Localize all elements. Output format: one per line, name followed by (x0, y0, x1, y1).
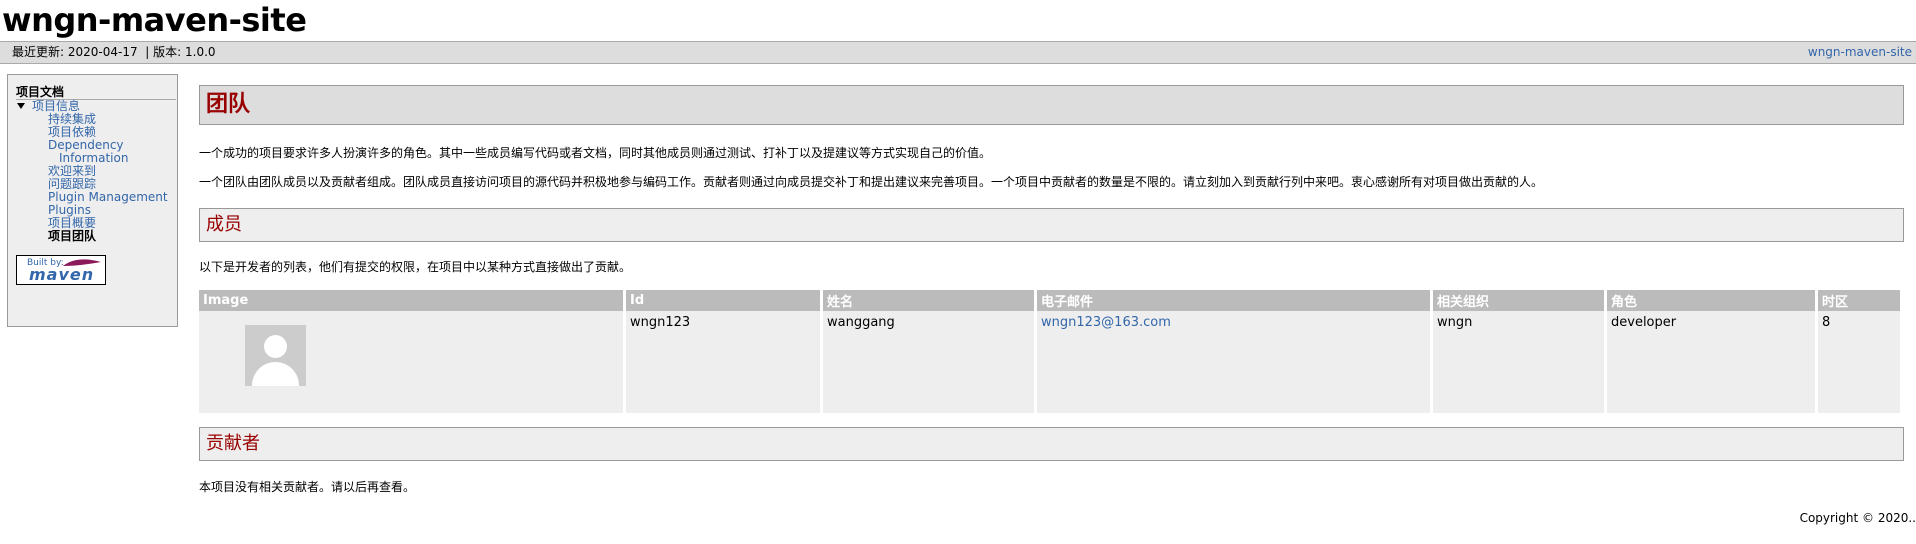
cell-role: developer (1607, 311, 1818, 413)
col-header-role: 角色 (1607, 290, 1818, 311)
nav-heading: 项目文档 (16, 85, 176, 100)
cell-timezone: 8 (1818, 311, 1900, 413)
site-link[interactable]: wngn-maven-site (1808, 42, 1912, 63)
publish-info: 最近更新: 2020-04-17 | 版本: 1.0.0 (12, 42, 216, 63)
intro-paragraph-2: 一个团队由团队成员以及贡献者组成。团队成员直接访问项目的源代码并积极地参与编码工… (199, 175, 1544, 189)
table-header-row: Image Id 姓名 电子邮件 相关组织 角色 时区 (199, 290, 1900, 311)
maven-text: maven (29, 265, 95, 284)
contributors-heading: 贡献者 (199, 427, 1904, 461)
avatar (245, 325, 306, 386)
separator-bar: | (145, 45, 150, 59)
col-header-image: Image (199, 290, 626, 311)
avatar-body-shape (252, 362, 299, 386)
nav-item-team-current: 项目团队 (48, 229, 97, 243)
site-banner-title: wngn-maven-site (2, 1, 307, 39)
team-members-table: Image Id 姓名 电子邮件 相关组织 角色 时区 wngn123 wang… (199, 290, 1900, 413)
col-header-id: Id (626, 290, 823, 311)
nav-item-issue-tracking[interactable]: 问题跟踪 (48, 177, 96, 191)
table-row: wngn123 wanggang wngn123@163.com wngn de… (199, 311, 1900, 413)
email-link[interactable]: wngn123@163.com (1041, 315, 1171, 330)
nav-project-info[interactable]: 项目信息 (16, 100, 176, 113)
col-header-organization: 相关组织 (1433, 290, 1607, 311)
col-header-email: 电子邮件 (1037, 290, 1433, 311)
last-published: 最近更新: 2020-04-17 (12, 45, 138, 59)
footer-copyright: Copyright © 2020.. (1799, 511, 1916, 525)
nav-item-welcome[interactable]: 欢迎来到 (48, 164, 96, 178)
nav-item-ci[interactable]: 持续集成 (48, 112, 96, 126)
cell-image (199, 311, 626, 413)
cell-organization: wngn (1433, 311, 1607, 413)
contributors-description: 本项目没有相关贡献者。请以后再查看。 (199, 480, 416, 494)
members-description: 以下是开发者的列表，他们有提交的权限，在项目中以某种方式直接做出了贡献。 (199, 260, 632, 274)
cell-name: wanggang (823, 311, 1037, 413)
avatar-head-shape (264, 335, 287, 358)
left-sidebar: 项目文档 项目信息 持续集成 项目依赖 Dependency Informati… (7, 74, 178, 327)
cell-id: wngn123 (626, 311, 823, 413)
nav-item-plugin-management[interactable]: Plugin Management (48, 190, 168, 204)
nav-item-summary[interactable]: 项目概要 (48, 216, 96, 230)
built-by-maven-logo[interactable]: Built by: maven (16, 255, 106, 285)
version: 版本: 1.0.0 (153, 45, 216, 59)
nav-item-plugins[interactable]: Plugins (48, 203, 91, 217)
nav-column: 项目文档 项目信息 持续集成 项目依赖 Dependency Informati… (16, 85, 176, 243)
nav-item-dependency-info[interactable]: Dependency (48, 138, 124, 152)
intro-paragraph-1: 一个成功的项目要求许多人扮演许多的角色。其中一些成员编写代码或者文档，同时其他成… (199, 146, 992, 160)
expanded-triangle-icon (17, 103, 25, 109)
nav-item-dependencies[interactable]: 项目依赖 (48, 125, 96, 139)
col-header-name: 姓名 (823, 290, 1037, 311)
nav-item-dependency-info-cont[interactable]: Information (59, 151, 128, 165)
nav-project-info-link[interactable]: 项目信息 (32, 99, 80, 113)
col-header-timezone: 时区 (1818, 290, 1900, 311)
members-heading: 成员 (199, 208, 1904, 242)
page-title: 团队 (199, 85, 1904, 125)
breadcrumbs-bar: 最近更新: 2020-04-17 | 版本: 1.0.0 wngn-maven-… (0, 41, 1916, 64)
cell-email: wngn123@163.com (1037, 311, 1433, 413)
